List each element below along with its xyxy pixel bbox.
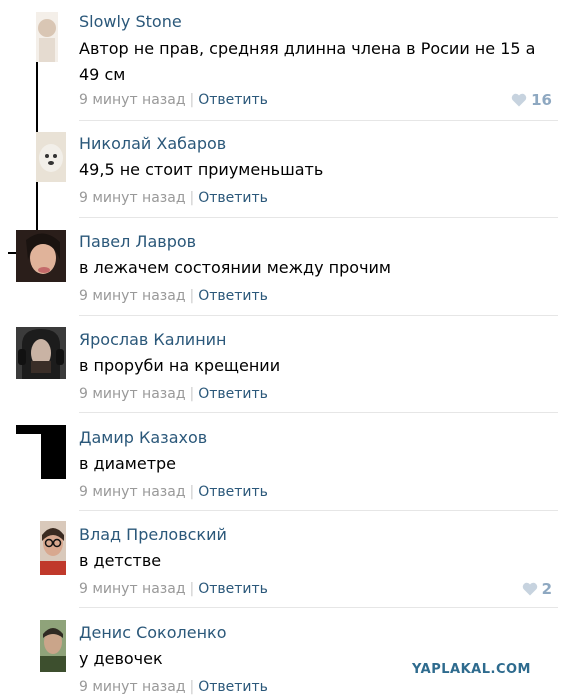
- comment-time[interactable]: 9 минут назад: [79, 581, 186, 597]
- comment-meta: 9 минут назад | Ответить: [79, 484, 268, 500]
- heart-icon: [522, 582, 537, 596]
- comment-author[interactable]: Денис Соколенко: [79, 623, 226, 642]
- separator: |: [189, 386, 195, 402]
- avatar[interactable]: [40, 620, 66, 672]
- reply-link[interactable]: Ответить: [198, 92, 268, 108]
- comment-meta: 9 минут назад | Ответить: [79, 288, 268, 304]
- comment-time[interactable]: 9 минут назад: [79, 386, 186, 402]
- like-count: 16: [531, 91, 552, 109]
- comment-author[interactable]: Slowly Stone: [79, 12, 182, 31]
- comment-meta: 9 минут назад | Ответить: [79, 190, 268, 206]
- separator: |: [189, 484, 195, 500]
- reply-link[interactable]: Ответить: [198, 679, 268, 695]
- comment-text: 49,5 не стоит приуменьшать: [79, 160, 324, 179]
- comment-author[interactable]: Павел Лавров: [79, 232, 196, 251]
- like-count: 2: [541, 580, 552, 598]
- avatar[interactable]: [40, 521, 66, 575]
- separator: |: [189, 679, 195, 695]
- reply-link[interactable]: Ответить: [198, 581, 268, 597]
- comment-time[interactable]: 9 минут назад: [79, 679, 186, 695]
- divider: [79, 510, 558, 511]
- comment-text: в диаметре: [79, 454, 177, 473]
- comment-time[interactable]: 9 минут назад: [79, 190, 186, 206]
- avatar[interactable]: [16, 327, 66, 379]
- divider: [79, 315, 558, 316]
- comment-author[interactable]: Влад Преловский: [79, 525, 227, 544]
- comment-author[interactable]: Дамир Казахов: [79, 428, 207, 447]
- avatar[interactable]: [36, 132, 66, 182]
- comment-author[interactable]: Ярослав Калинин: [79, 330, 227, 349]
- avatar[interactable]: [16, 425, 66, 479]
- comment-meta: 9 минут назад | Ответить: [79, 581, 268, 597]
- reply-link[interactable]: Ответить: [198, 484, 268, 500]
- comment-meta: 9 минут назад | Ответить: [79, 679, 268, 695]
- reply-link[interactable]: Ответить: [198, 190, 268, 206]
- avatar[interactable]: [16, 230, 66, 282]
- comment-time[interactable]: 9 минут назад: [79, 484, 186, 500]
- divider: [79, 217, 558, 218]
- divider: [79, 607, 558, 608]
- comment-author[interactable]: Николай Хабаров: [79, 134, 226, 153]
- comment-time[interactable]: 9 минут назад: [79, 288, 186, 304]
- heart-icon: [511, 93, 527, 107]
- avatar[interactable]: [36, 12, 58, 62]
- separator: |: [189, 288, 195, 304]
- separator: |: [189, 190, 195, 206]
- comment-time[interactable]: 9 минут назад: [79, 92, 186, 108]
- like-button[interactable]: 16: [511, 91, 552, 109]
- comment-text: в проруби на крещении: [79, 356, 281, 375]
- comment-text: в детстве: [79, 551, 162, 570]
- separator: |: [189, 92, 195, 108]
- comment-meta: 9 минут назад | Ответить: [79, 386, 268, 402]
- divider: [79, 412, 558, 413]
- divider: [79, 120, 558, 121]
- watermark: YAPLAKAL.COM: [412, 662, 531, 677]
- like-button[interactable]: 2: [522, 580, 552, 598]
- comment-text: Автор не прав, средняя длинна члена в Ро…: [79, 39, 536, 84]
- separator: |: [189, 581, 195, 597]
- comment-meta: 9 минут назад | Ответить: [79, 92, 268, 108]
- comment-text: в лежачем состоянии между прочим: [79, 258, 391, 277]
- reply-link[interactable]: Ответить: [198, 386, 268, 402]
- reply-link[interactable]: Ответить: [198, 288, 268, 304]
